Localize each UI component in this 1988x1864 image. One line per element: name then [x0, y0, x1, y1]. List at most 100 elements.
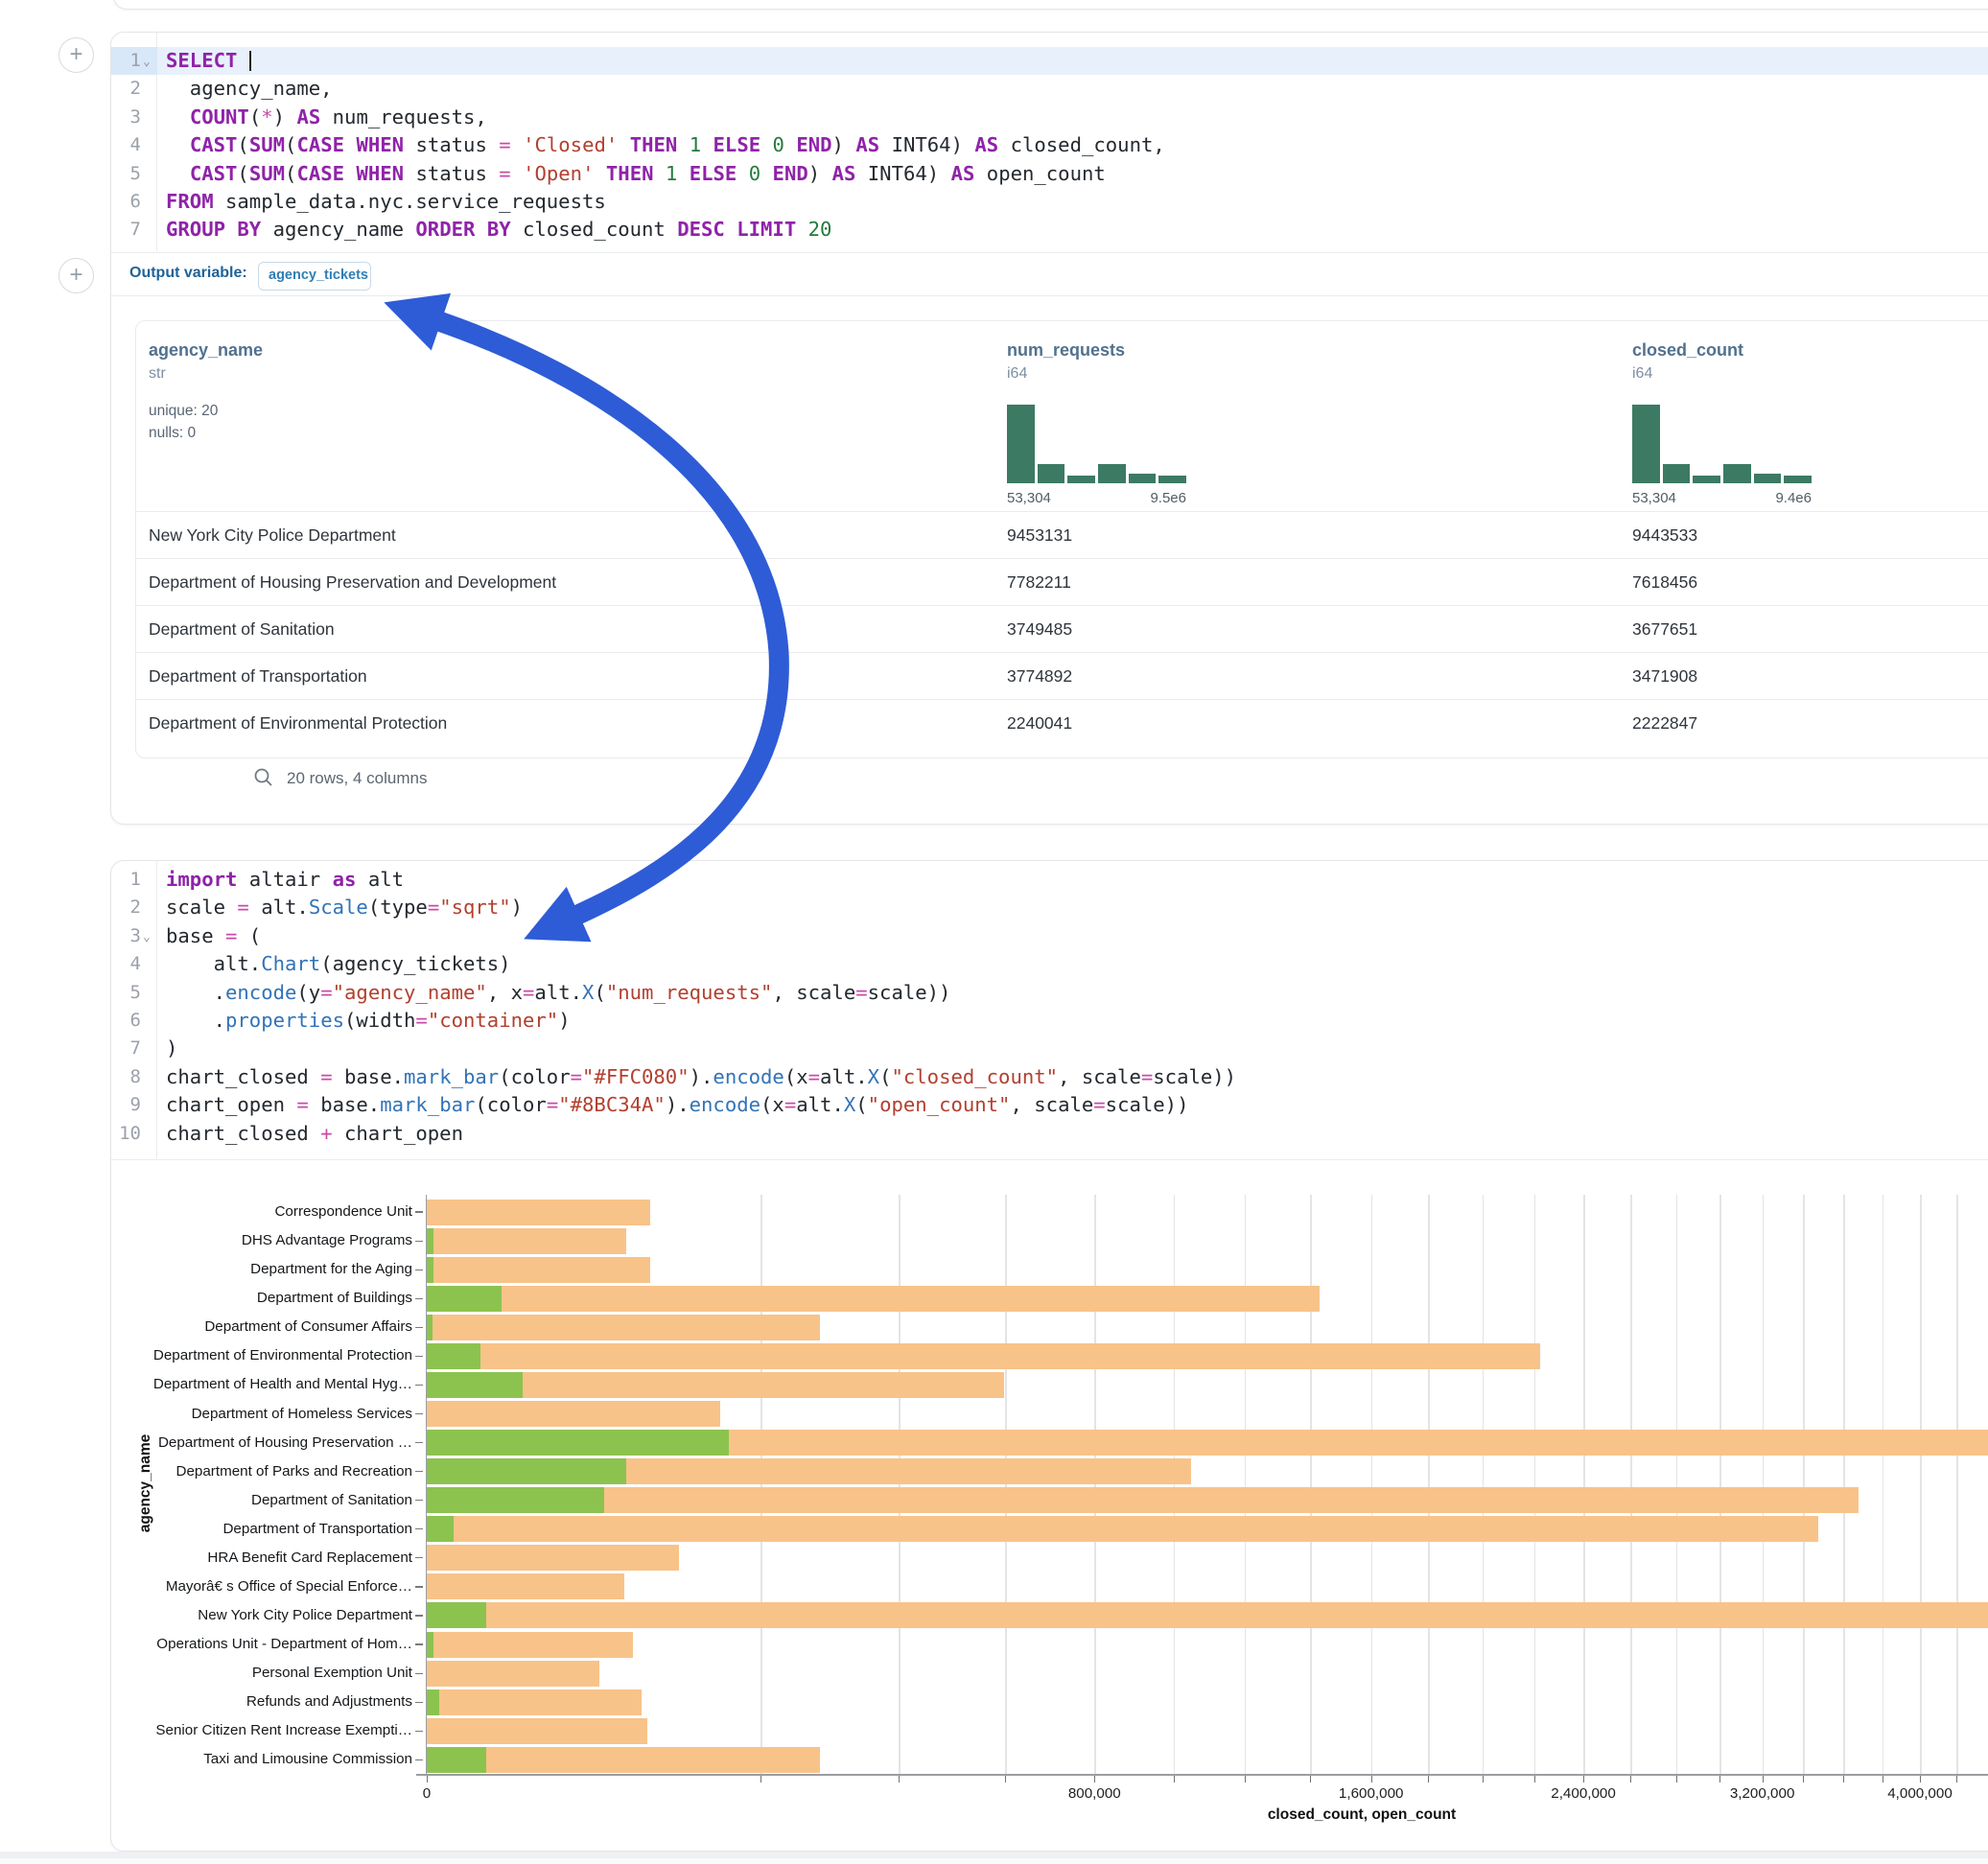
line-number: 2 [111, 75, 157, 103]
column-header[interactable]: agency_name [149, 340, 263, 361]
histogram-bar [1663, 464, 1691, 483]
histogram-bar [1007, 405, 1035, 483]
code-text: alt.Chart(agency_tickets) [157, 950, 1988, 978]
code-text: scale = alt.Scale(type="sqrt") [157, 894, 1988, 921]
table-row[interactable]: Department of Environmental Protection 22… [136, 699, 1988, 747]
divider [111, 252, 1988, 253]
code-line[interactable]: 6 .properties(width="container") [111, 1007, 1988, 1035]
code-text: chart_open = base.mark_bar(color="#8BC34… [157, 1091, 1988, 1119]
histogram-bar [1693, 476, 1720, 483]
table-cell: 3774892 [1007, 653, 1072, 700]
code-text: COUNT(*) AS num_requests, [157, 104, 1988, 131]
histogram-max-label: 9.5e6 [1129, 490, 1186, 506]
table-cell: Department of Environmental Protection [149, 700, 447, 747]
python-editor[interactable]: 1import altair as alt2scale = alt.Scale(… [111, 866, 1988, 1148]
python-cell: 1import altair as alt2scale = alt.Scale(… [110, 860, 1988, 1852]
line-number: 6 [111, 1007, 157, 1035]
column-header[interactable]: closed_count [1632, 340, 1743, 361]
notebook-page: + + 1⌄SELECT 2 agency_name,3 COUNT(*) AS… [0, 0, 1988, 1864]
code-line[interactable]: 7GROUP BY agency_name ORDER BY closed_co… [111, 216, 1988, 244]
histogram-bar [1067, 476, 1095, 483]
table-cell: 9453131 [1007, 512, 1072, 559]
output-variable-label: Output variable: [129, 265, 247, 282]
code-line[interactable]: 5 .encode(y="agency_name", x=alt.X("num_… [111, 979, 1988, 1007]
histogram-bar [1723, 464, 1751, 483]
code-text: .properties(width="container") [157, 1007, 1988, 1035]
sql-cell: 1⌄SELECT 2 agency_name,3 COUNT(*) AS num… [110, 32, 1988, 825]
line-number: 3 [111, 104, 157, 131]
histogram-bar [1632, 405, 1660, 483]
line-number: 3⌄ [111, 922, 157, 950]
histogram-bar [1038, 464, 1065, 483]
line-number: 5 [111, 160, 157, 188]
code-line[interactable]: 2scale = alt.Scale(type="sqrt") [111, 894, 1988, 921]
code-line[interactable]: 5 CAST(SUM(CASE WHEN status = 'Open' THE… [111, 160, 1988, 188]
text-cursor [249, 51, 251, 71]
add-cell-button[interactable]: + [58, 37, 94, 73]
column-stat: unique: 20 [149, 403, 218, 420]
table-cell: 2222847 [1632, 700, 1697, 747]
histogram-min-label: 53,304 [1632, 490, 1676, 506]
column-type: i64 [1632, 365, 1652, 383]
table-cell: 9443533 [1632, 512, 1697, 559]
line-number: 4 [111, 950, 157, 978]
code-line[interactable]: 9chart_open = base.mark_bar(color="#8BC3… [111, 1091, 1988, 1119]
code-line[interactable]: 1⌄SELECT [111, 47, 1988, 75]
table-cell: 2240041 [1007, 700, 1072, 747]
table-cell: New York City Police Department [149, 512, 396, 559]
column-header[interactable]: num_requests [1007, 340, 1125, 361]
code-line[interactable]: 3⌄base = ( [111, 922, 1988, 950]
code-line[interactable]: 4 CAST(SUM(CASE WHEN status = 'Closed' T… [111, 131, 1988, 159]
line-number: 2 [111, 894, 157, 921]
line-number: 1 [111, 866, 157, 894]
table-row[interactable]: Department of Sanitation 3749485 3677651 [136, 605, 1988, 653]
line-number: 1⌄ [111, 47, 157, 75]
histogram-max-label: 9.4e6 [1754, 490, 1812, 506]
table-row[interactable]: New York City Police Department 9453131 94… [136, 511, 1988, 559]
table-cell: 3677651 [1632, 606, 1697, 653]
line-number: 7 [111, 1035, 157, 1062]
code-text: agency_name, [157, 75, 1988, 103]
code-line[interactable]: 10chart_closed + chart_open [111, 1120, 1988, 1148]
histogram-bar [1129, 474, 1157, 483]
code-text: FROM sample_data.nyc.service_requests [157, 188, 1988, 216]
code-line[interactable]: 6FROM sample_data.nyc.service_requests [111, 188, 1988, 216]
table-cell: 3471908 [1632, 653, 1697, 700]
column-type: str [149, 365, 166, 383]
code-line[interactable]: 7) [111, 1035, 1988, 1062]
code-text: chart_closed = base.mark_bar(color="#FFC… [157, 1063, 1988, 1091]
table-row-count: 20 rows, 4 columns [287, 769, 427, 788]
sql-editor[interactable]: 1⌄SELECT 2 agency_name,3 COUNT(*) AS num… [111, 47, 1988, 245]
code-line[interactable]: 4 alt.Chart(agency_tickets) [111, 950, 1988, 978]
add-cell-button[interactable]: + [58, 258, 94, 293]
histogram-bar [1784, 476, 1812, 483]
histogram-bar [1754, 474, 1782, 483]
code-text: chart_closed + chart_open [157, 1120, 1988, 1148]
table-row[interactable]: Department of Housing Preservation and D… [136, 558, 1988, 606]
code-line[interactable]: 3 COUNT(*) AS num_requests, [111, 104, 1988, 131]
table-row[interactable]: Department of Transportation377489234719… [136, 652, 1988, 700]
code-line[interactable]: 8chart_closed = base.mark_bar(color="#FF… [111, 1063, 1988, 1091]
code-text: CAST(SUM(CASE WHEN status = 'Closed' THE… [157, 131, 1988, 159]
table-cell: Department of Sanitation [149, 606, 335, 653]
column-type: i64 [1007, 365, 1027, 383]
column-histogram [1632, 405, 1812, 483]
code-text: SELECT [157, 47, 1988, 75]
fold-chevron-icon[interactable]: ⌄ [143, 923, 151, 951]
code-text: CAST(SUM(CASE WHEN status = 'Open' THEN … [157, 160, 1988, 188]
table-cell: 7618456 [1632, 559, 1697, 606]
code-line[interactable]: 2 agency_name, [111, 75, 1988, 103]
code-line[interactable]: 1import altair as alt [111, 866, 1988, 894]
divider [111, 1159, 1988, 1160]
code-text: GROUP BY agency_name ORDER BY closed_cou… [157, 216, 1988, 244]
previous-cell-edge [113, 0, 1988, 10]
fold-chevron-icon[interactable]: ⌄ [143, 48, 151, 76]
code-text: .encode(y="agency_name", x=alt.X("num_re… [157, 979, 1988, 1007]
search-icon[interactable] [253, 767, 274, 788]
table-cell: 3749485 [1007, 606, 1072, 653]
histogram-bar [1158, 476, 1186, 483]
line-number: 9 [111, 1091, 157, 1119]
output-variable-pill[interactable]: agency_tickets [258, 262, 371, 291]
line-number: 7 [111, 216, 157, 244]
code-text: ) [157, 1035, 1988, 1062]
